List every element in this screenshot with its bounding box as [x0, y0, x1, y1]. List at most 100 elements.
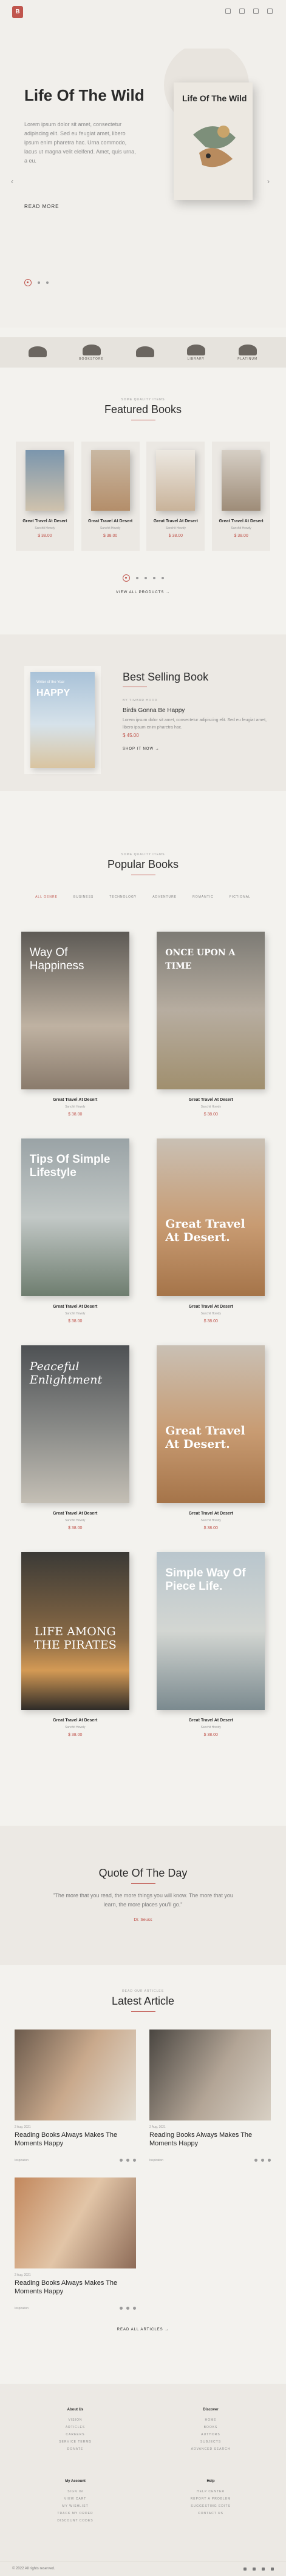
footer-link[interactable]: View Cart: [39, 2495, 112, 2503]
book-cover[interactable]: [90, 450, 130, 511]
product-card[interactable]: Great Travel At Desert Sanchit Howdy $ 3…: [212, 442, 271, 551]
logo[interactable]: B: [12, 6, 23, 18]
product-card[interactable]: Great Travel At Desert. Great Travel At …: [151, 1345, 272, 1530]
product-card[interactable]: LIFE AMONG THE PIRATES Great Travel At D…: [15, 1552, 136, 1737]
tab-business[interactable]: Business: [73, 895, 94, 899]
read-all-articles-link[interactable]: Read All Articles →: [0, 2328, 286, 2332]
footer-link[interactable]: Track My Order: [39, 2510, 112, 2517]
footer-link[interactable]: Service Terms: [39, 2438, 112, 2446]
instagram-icon[interactable]: [133, 2307, 136, 2310]
book-cover[interactable]: Tips Of Simple Lifestyle: [21, 1138, 129, 1296]
footer-link[interactable]: Sign In: [39, 2488, 112, 2495]
tab-all-genre[interactable]: All Genre: [35, 895, 58, 899]
footer-link[interactable]: Contact Us: [174, 2510, 247, 2517]
pagination-dot[interactable]: [161, 577, 164, 579]
footer-link[interactable]: Help Center: [174, 2488, 247, 2495]
tab-technology[interactable]: Technology: [109, 895, 137, 899]
instagram-icon[interactable]: [133, 2159, 136, 2162]
footer-link[interactable]: My Wishlist: [39, 2503, 112, 2510]
facebook-icon[interactable]: [243, 2567, 247, 2571]
book-cover[interactable]: Writer of the Year HAPPY: [30, 672, 95, 768]
product-name[interactable]: Great Travel At Desert: [219, 519, 263, 523]
pagination-dot[interactable]: [46, 281, 49, 284]
article-image[interactable]: [15, 2177, 136, 2268]
footer-link[interactable]: Donate: [39, 2446, 112, 2453]
footer-link[interactable]: Suggesting Edits: [174, 2503, 247, 2510]
product-card[interactable]: Tips Of Simple Lifestyle Great Travel At…: [15, 1138, 136, 1323]
pagination-dot-active[interactable]: [122, 574, 130, 582]
product-card[interactable]: Great Travel At Desert Sanchit Howdy $ 3…: [146, 442, 205, 551]
book-cover[interactable]: Peaceful Enlightment: [21, 1345, 129, 1503]
search-icon[interactable]: [267, 8, 273, 14]
article-tag[interactable]: Inspiration: [15, 2159, 29, 2162]
product-name[interactable]: Great Travel At Desert: [53, 1718, 97, 1723]
twitter-icon[interactable]: [126, 2307, 129, 2310]
article-card[interactable]: 2 Aug, 2021 Reading Books Always Makes T…: [15, 2177, 136, 2310]
book-cover[interactable]: [222, 450, 261, 511]
book-cover[interactable]: Great Travel At Desert.: [157, 1345, 265, 1503]
product-name[interactable]: Great Travel At Desert: [189, 1512, 233, 1516]
footer-link[interactable]: Discount Codes: [39, 2517, 112, 2524]
product-card[interactable]: Simple Way Of Piece Life. Great Travel A…: [151, 1552, 272, 1737]
tab-fictional[interactable]: Fictional: [230, 895, 251, 899]
next-arrow[interactable]: ›: [267, 177, 270, 186]
pagination-dot-active[interactable]: [24, 279, 32, 286]
product-card[interactable]: Great Travel At Desert Sanchit Howdy $ 3…: [81, 442, 140, 551]
instagram-icon[interactable]: [271, 2567, 274, 2571]
instagram-icon[interactable]: [268, 2159, 271, 2162]
twitter-icon[interactable]: [261, 2159, 264, 2162]
product-card[interactable]: Great Travel At Desert. Great Travel At …: [151, 1138, 272, 1323]
facebook-icon[interactable]: [120, 2159, 123, 2162]
product-card[interactable]: Way Of Happiness Great Travel At Desert …: [15, 932, 136, 1117]
footer-link[interactable]: Vision: [39, 2416, 112, 2424]
article-image[interactable]: [15, 2030, 136, 2120]
view-all-products-link[interactable]: View All Products →: [0, 591, 286, 594]
pagination-dot[interactable]: [135, 577, 138, 579]
book-name[interactable]: Birds Gonna Be Happy: [123, 707, 185, 714]
best-selling-book[interactable]: Writer of the Year HAPPY: [24, 666, 101, 774]
book-cover[interactable]: [156, 450, 196, 511]
product-name[interactable]: Great Travel At Desert: [189, 1718, 233, 1723]
heart-icon[interactable]: [253, 8, 259, 14]
product-name[interactable]: Great Travel At Desert: [154, 519, 198, 523]
linkedin-icon[interactable]: [262, 2567, 265, 2571]
article-image[interactable]: [149, 2030, 271, 2120]
product-name[interactable]: Great Travel At Desert: [189, 1098, 233, 1102]
product-name[interactable]: Great Travel At Desert: [88, 519, 132, 523]
product-name[interactable]: Great Travel At Desert: [189, 1305, 233, 1309]
book-cover[interactable]: LIFE AMONG THE PIRATES: [21, 1552, 129, 1710]
article-title[interactable]: Reading Books Always Makes The Moments H…: [149, 2131, 271, 2148]
product-name[interactable]: Great Travel At Desert: [53, 1098, 97, 1102]
product-card[interactable]: ONCE UPON A TIME Great Travel At Desert …: [151, 932, 272, 1117]
article-title[interactable]: Reading Books Always Makes The Moments H…: [15, 2279, 136, 2296]
product-card[interactable]: Great Travel At Desert Sanchit Howdy $ 3…: [15, 442, 74, 551]
footer-link[interactable]: Authors: [174, 2431, 247, 2438]
book-cover[interactable]: Great Travel At Desert.: [157, 1138, 265, 1296]
product-name[interactable]: Great Travel At Desert: [53, 1512, 97, 1516]
product-name[interactable]: Great Travel At Desert: [53, 1305, 97, 1309]
book-cover[interactable]: Way Of Happiness: [21, 932, 129, 1089]
shop-now-link[interactable]: Shop It Now →: [123, 747, 160, 751]
book-cover[interactable]: Simple Way Of Piece Life.: [157, 1552, 265, 1710]
footer-link[interactable]: Advanced Search: [174, 2446, 247, 2453]
book-cover[interactable]: ONCE UPON A TIME: [157, 932, 265, 1089]
footer-link[interactable]: Home: [174, 2416, 247, 2424]
twitter-icon[interactable]: [253, 2567, 256, 2571]
pagination-dot[interactable]: [144, 577, 147, 579]
cart-icon[interactable]: [239, 8, 245, 14]
footer-link[interactable]: Report A Problem: [174, 2495, 247, 2503]
article-title[interactable]: Reading Books Always Makes The Moments H…: [15, 2131, 136, 2148]
book-cover[interactable]: [25, 450, 64, 511]
article-tag[interactable]: Inspiration: [15, 2307, 29, 2310]
user-icon[interactable]: [225, 8, 231, 14]
facebook-icon[interactable]: [120, 2307, 123, 2310]
twitter-icon[interactable]: [126, 2159, 129, 2162]
pagination-dot[interactable]: [38, 281, 40, 284]
product-card[interactable]: Peaceful Enlightment Great Travel At Des…: [15, 1345, 136, 1530]
product-name[interactable]: Great Travel At Desert: [22, 519, 67, 523]
footer-link[interactable]: Careers: [39, 2431, 112, 2438]
pagination-dot[interactable]: [152, 577, 155, 579]
read-more-link[interactable]: Read More: [24, 204, 59, 209]
tab-romantic[interactable]: Romantic: [192, 895, 214, 899]
footer-link[interactable]: Books: [174, 2424, 247, 2431]
